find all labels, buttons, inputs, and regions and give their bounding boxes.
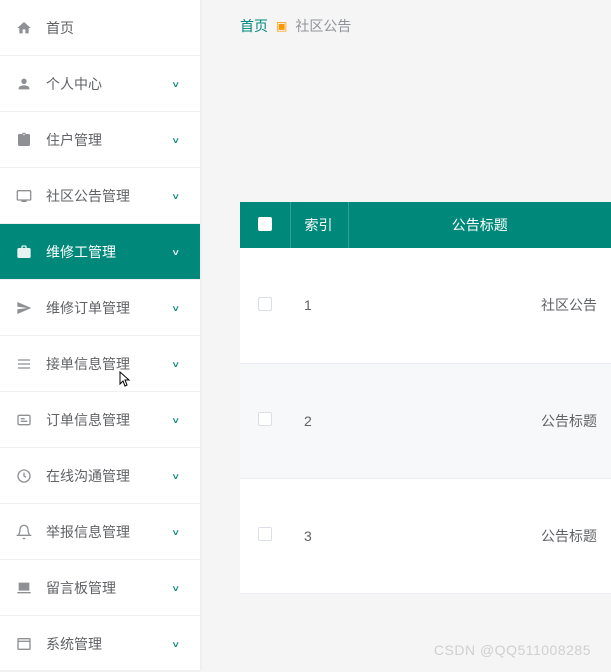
chevron-down-icon: ∨ <box>171 303 180 313</box>
row-checkbox[interactable] <box>258 412 272 426</box>
row-checkbox-cell <box>240 478 290 593</box>
sidebar: 首页个人中心∨住户管理∨社区公告管理∨维修工管理∨维修订单管理∨接单信息管理∨订… <box>0 0 200 670</box>
sidebar-item-label: 个人中心 <box>46 74 171 94</box>
chevron-down-icon: ∨ <box>171 359 180 369</box>
user-icon <box>14 74 34 94</box>
sidebar-item-1[interactable]: 个人中心∨ <box>0 56 200 112</box>
chevron-down-icon: ∨ <box>171 191 180 201</box>
table-body: 1社区公告2公告标题3公告标题 <box>240 248 611 593</box>
sidebar-item-label: 订单信息管理 <box>46 410 171 430</box>
chevron-down-icon: ∨ <box>171 135 180 145</box>
sidebar-item-label: 社区公告管理 <box>46 186 171 206</box>
monitor-icon <box>14 186 34 206</box>
sidebar-item-label: 住户管理 <box>46 130 171 150</box>
table-row: 3公告标题 <box>240 478 611 593</box>
row-title: 公告标题 <box>348 478 611 593</box>
bell-icon <box>14 522 34 542</box>
row-checkbox[interactable] <box>258 297 272 311</box>
row-title: 公告标题 <box>348 363 611 478</box>
sidebar-item-2[interactable]: 住户管理∨ <box>0 112 200 168</box>
breadcrumb-current: 社区公告 <box>295 16 351 36</box>
header-title: 公告标题 <box>348 202 611 248</box>
sidebar-item-3[interactable]: 社区公告管理∨ <box>0 168 200 224</box>
sidebar-item-6[interactable]: 接单信息管理∨ <box>0 336 200 392</box>
sidebar-item-label: 在线沟通管理 <box>46 466 171 486</box>
sidebar-item-9[interactable]: 举报信息管理∨ <box>0 504 200 560</box>
sidebar-item-10[interactable]: 留言板管理∨ <box>0 560 200 616</box>
sidebar-item-4[interactable]: 维修工管理∨ <box>0 224 200 280</box>
header-checkbox-cell <box>240 202 290 248</box>
clipboard-icon <box>14 130 34 150</box>
browser-icon <box>14 634 34 654</box>
row-index: 2 <box>290 363 348 478</box>
sidebar-item-label: 留言板管理 <box>46 578 171 598</box>
sidebar-item-label: 首页 <box>46 18 180 38</box>
chevron-down-icon: ∨ <box>171 527 180 537</box>
sidebar-item-label: 维修工管理 <box>46 242 171 262</box>
chevron-down-icon: ∨ <box>171 247 180 257</box>
main-content: 首页 ▣ 社区公告 索引 公告标题 1社区公告2公告标题3公告标题 <box>200 0 611 670</box>
folder-icon: ▣ <box>276 19 287 33</box>
row-index: 1 <box>290 248 348 363</box>
select-all-checkbox[interactable] <box>258 217 272 231</box>
sidebar-item-label: 举报信息管理 <box>46 522 171 542</box>
chevron-down-icon: ∨ <box>171 79 180 89</box>
list-icon <box>14 354 34 374</box>
table-row: 1社区公告 <box>240 248 611 363</box>
table-container: 索引 公告标题 1社区公告2公告标题3公告标题 <box>240 202 611 594</box>
send-icon <box>14 298 34 318</box>
sidebar-item-8[interactable]: 在线沟通管理∨ <box>0 448 200 504</box>
breadcrumb-home[interactable]: 首页 <box>240 16 268 36</box>
message-icon <box>14 410 34 430</box>
header-index: 索引 <box>290 202 348 248</box>
chevron-down-icon: ∨ <box>171 639 180 649</box>
announcement-table: 索引 公告标题 1社区公告2公告标题3公告标题 <box>240 202 611 594</box>
sidebar-item-5[interactable]: 维修订单管理∨ <box>0 280 200 336</box>
watermark: CSDN @QQ511008285 <box>434 642 591 658</box>
sidebar-item-label: 系统管理 <box>46 634 171 654</box>
sidebar-item-label: 接单信息管理 <box>46 354 171 374</box>
clock-icon <box>14 466 34 486</box>
row-index: 3 <box>290 478 348 593</box>
sidebar-item-11[interactable]: 系统管理∨ <box>0 616 200 672</box>
sidebar-item-0[interactable]: 首页 <box>0 0 200 56</box>
table-row: 2公告标题 <box>240 363 611 478</box>
chevron-down-icon: ∨ <box>171 415 180 425</box>
row-checkbox-cell <box>240 248 290 363</box>
row-checkbox[interactable] <box>258 527 272 541</box>
chevron-down-icon: ∨ <box>171 583 180 593</box>
sidebar-item-label: 维修订单管理 <box>46 298 171 318</box>
row-checkbox-cell <box>240 363 290 478</box>
board-icon <box>14 578 34 598</box>
toolbox-icon <box>14 242 34 262</box>
sidebar-item-7[interactable]: 订单信息管理∨ <box>0 392 200 448</box>
chevron-down-icon: ∨ <box>171 471 180 481</box>
row-title: 社区公告 <box>348 248 611 363</box>
home-icon <box>14 18 34 38</box>
breadcrumb: 首页 ▣ 社区公告 <box>200 0 611 52</box>
